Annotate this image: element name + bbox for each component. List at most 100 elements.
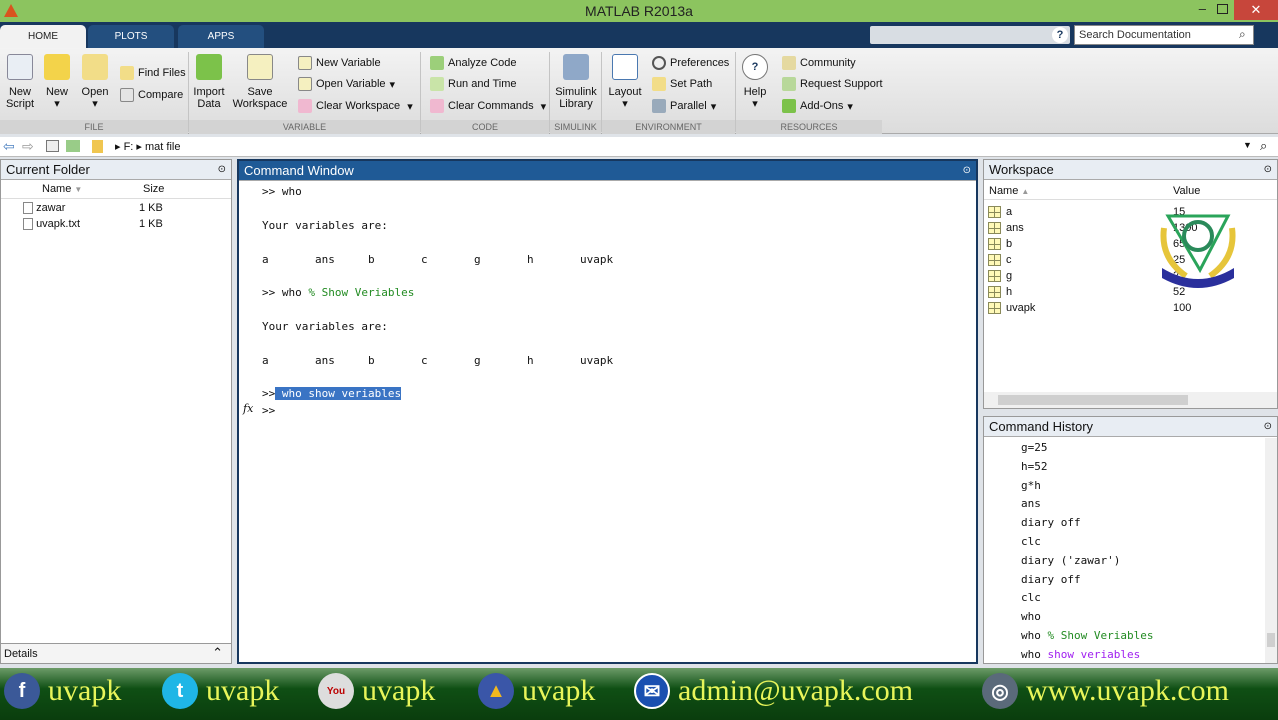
- command-window-panel[interactable]: Command Window ⊙ >> who Your variables ar…: [237, 159, 978, 664]
- panel-title: Command History: [989, 419, 1094, 434]
- twitter-icon: t: [162, 673, 198, 709]
- import-data-button[interactable]: Import Data: [192, 54, 226, 110]
- youtube-link[interactable]: You uvapk: [318, 673, 435, 709]
- website-url: www.uvapk.com: [1026, 674, 1230, 707]
- new-variable-button[interactable]: New Variable: [298, 56, 381, 70]
- add-ons-button[interactable]: Add-Ons ▾: [782, 99, 853, 113]
- up-folder-icon[interactable]: [46, 140, 59, 152]
- panel-menu-icon[interactable]: ⊙: [1264, 417, 1272, 437]
- panel-menu-icon[interactable]: ⊙: [218, 160, 226, 180]
- twitter-link[interactable]: t uvapk: [162, 673, 279, 709]
- function-browser-icon[interactable]: fx: [243, 402, 253, 415]
- new-script-label: New Script: [5, 86, 35, 110]
- horizontal-scrollbar[interactable]: [984, 392, 1277, 408]
- file-row[interactable]: zawar 1 KB: [23, 202, 163, 215]
- command-prompt[interactable]: >>: [262, 402, 275, 419]
- folder-icon: [82, 54, 108, 80]
- selected-text[interactable]: who show veriables: [275, 387, 402, 400]
- clear-commands-button[interactable]: Clear Commands ▾: [430, 99, 546, 113]
- history-item[interactable]: diary off: [1021, 516, 1081, 529]
- tab-apps[interactable]: APPS: [178, 25, 264, 48]
- path-drive[interactable]: ▸ F: ▸ mat file: [115, 140, 180, 153]
- col-name[interactable]: Name ▲: [989, 185, 1029, 197]
- history-item[interactable]: diary ('zawar'): [1021, 554, 1120, 567]
- tab-home[interactable]: HOME: [0, 25, 86, 48]
- history-item[interactable]: g*h: [1021, 479, 1041, 492]
- search-icon[interactable]: ⌕: [1239, 27, 1246, 42]
- details-label: Details: [4, 648, 38, 660]
- save-workspace-button[interactable]: Save Workspace: [232, 54, 288, 110]
- community-button[interactable]: Community: [782, 56, 856, 70]
- academy-logo: [1156, 198, 1240, 290]
- chevron-up-icon[interactable]: ⌃: [212, 645, 223, 661]
- scrollbar-thumb[interactable]: [998, 395, 1188, 405]
- new-script-button[interactable]: New Script: [4, 54, 36, 110]
- workspace-panel: Workspace ⊙ Name ▲ Value a 15 ans 1300 b 65 c 25…: [983, 159, 1278, 409]
- matrix-icon: [988, 302, 1001, 315]
- save-label: Save Workspace: [232, 86, 288, 110]
- history-text: who: [1021, 629, 1048, 642]
- vertical-scrollbar[interactable]: [1265, 438, 1277, 663]
- search-folder-icon[interactable]: ⌕: [1260, 138, 1267, 154]
- close-button[interactable]: ✕: [1234, 0, 1278, 20]
- col-size[interactable]: Size: [143, 183, 164, 195]
- history-item[interactable]: h=52: [1021, 460, 1048, 473]
- help-button[interactable]: ? Help ▾: [740, 54, 770, 110]
- run-time-label: Run and Time: [448, 78, 517, 90]
- facebook-link[interactable]: f uvapk: [4, 673, 121, 709]
- compare-button[interactable]: Compare: [120, 88, 183, 102]
- history-item[interactable]: g=25: [1021, 441, 1048, 454]
- website-link[interactable]: ◎ www.uvapk.com: [982, 673, 1229, 709]
- history-item[interactable]: clc: [1021, 535, 1041, 548]
- scrollbar-thumb[interactable]: [1267, 633, 1275, 647]
- preferences-button[interactable]: Preferences: [652, 56, 729, 70]
- file-row[interactable]: uvapk.txt 1 KB: [23, 218, 163, 231]
- layout-button[interactable]: Layout ▾: [606, 54, 644, 110]
- other-social-link[interactable]: ▲ uvapk: [478, 673, 595, 709]
- command-line: >> who % Show Veriables: [262, 284, 414, 301]
- history-text: diary off: [1021, 516, 1081, 530]
- save-workspace-icon: [247, 54, 273, 80]
- col-name[interactable]: Name ▼: [42, 183, 82, 195]
- history-item[interactable]: who: [1021, 610, 1041, 623]
- parallel-icon: [652, 99, 666, 113]
- history-item[interactable]: ans: [1021, 497, 1041, 510]
- open-variable-button[interactable]: Open Variable ▾: [298, 77, 395, 91]
- col-value[interactable]: Value: [1173, 185, 1200, 197]
- set-path-button[interactable]: Set Path: [652, 77, 712, 91]
- back-icon[interactable]: ⇦: [3, 138, 15, 155]
- variable-name: ans: [315, 253, 335, 266]
- details-bar[interactable]: Details ⌃: [1, 643, 231, 663]
- run-and-time-button[interactable]: Run and Time: [430, 77, 516, 91]
- command-history-panel: Command History ⊙ g=25 h=52 g*h ans diary off…: [983, 416, 1278, 664]
- request-support-button[interactable]: Request Support: [782, 77, 883, 91]
- address-dropdown[interactable]: ▼: [1243, 140, 1252, 150]
- panel-menu-icon[interactable]: ⊙: [963, 161, 971, 181]
- simulink-library-button[interactable]: Simulink Library: [554, 54, 598, 110]
- parallel-button[interactable]: Parallel ▾: [652, 99, 716, 113]
- minimize-button[interactable]: –: [1199, 1, 1206, 16]
- help-icon[interactable]: ?: [1052, 27, 1068, 43]
- variable-name: a: [1006, 206, 1013, 218]
- open-button[interactable]: Open ▾: [80, 54, 110, 110]
- history-item[interactable]: who show veriables: [1021, 648, 1140, 661]
- search-documentation-input[interactable]: Search Documentation: [1074, 25, 1254, 45]
- history-item[interactable]: clc: [1021, 591, 1041, 604]
- analyze-code-button[interactable]: Analyze Code: [430, 56, 517, 70]
- variable-name: c: [1006, 254, 1012, 266]
- new-button[interactable]: New ▾: [42, 54, 72, 110]
- email-link[interactable]: ✉ admin@uvapk.com: [634, 673, 913, 709]
- maximize-button[interactable]: [1217, 4, 1228, 14]
- social-icon: ▲: [478, 673, 514, 709]
- tab-plots[interactable]: PLOTS: [88, 25, 174, 48]
- folder-icon: [92, 140, 103, 153]
- history-item[interactable]: who % Show Veriables: [1021, 629, 1153, 642]
- forward-icon[interactable]: ⇨: [22, 138, 34, 155]
- browse-folder-icon[interactable]: [66, 140, 80, 152]
- find-files-button[interactable]: Find Files: [120, 66, 186, 80]
- panel-menu-icon[interactable]: ⊙: [1264, 160, 1272, 180]
- history-item[interactable]: diary off: [1021, 573, 1081, 586]
- file-name: uvapk.txt: [36, 218, 81, 230]
- clear-workspace-button[interactable]: Clear Workspace ▾: [298, 99, 413, 113]
- workspace-row[interactable]: uvapk 100: [988, 300, 1268, 316]
